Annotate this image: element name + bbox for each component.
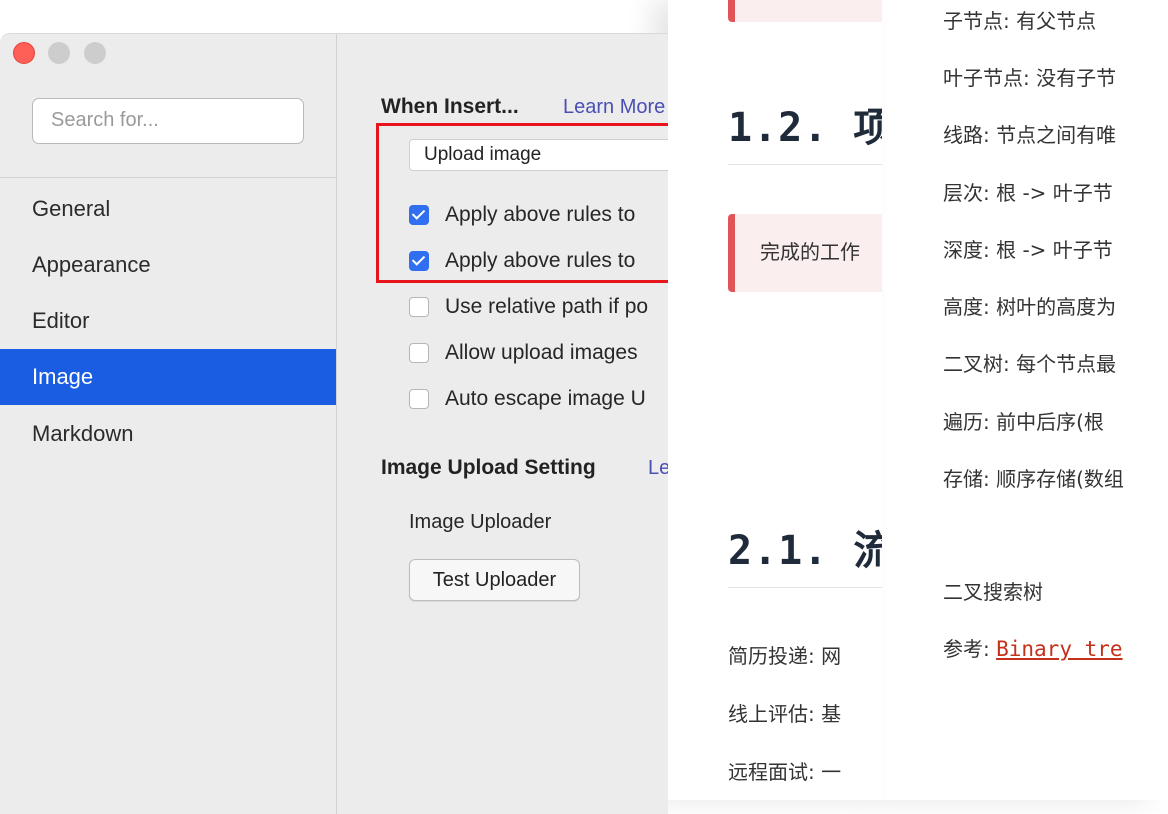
sidebar-divider bbox=[0, 177, 336, 178]
blockquote: 完成的工作 bbox=[728, 214, 882, 292]
doc-line: 高度: 树叶的高度为 bbox=[943, 295, 1117, 319]
heading-divider bbox=[728, 164, 882, 165]
checkbox-unchecked[interactable] bbox=[409, 297, 429, 317]
doc-line: 存储: 顺序存储(数组 bbox=[943, 467, 1124, 491]
close-window-button[interactable] bbox=[13, 42, 35, 64]
checkbox-unchecked[interactable] bbox=[409, 343, 429, 363]
reference-link[interactable]: Binary tre bbox=[996, 637, 1122, 661]
reference-line: 参考: Binary tre bbox=[943, 633, 1123, 662]
preferences-window: Search for... General Appearance Editor … bbox=[0, 33, 668, 814]
heading-divider bbox=[728, 587, 882, 588]
image-settings-panel: When Insert... Learn More Upload image A… bbox=[337, 34, 668, 814]
reference-label: 参考: bbox=[943, 637, 997, 661]
sidebar-item-appearance[interactable]: Appearance bbox=[0, 237, 336, 293]
doc-line: 简历投递: 网 bbox=[728, 644, 842, 668]
image-uploader-label: Image Uploader bbox=[409, 511, 552, 533]
when-insert-title: When Insert... bbox=[381, 95, 519, 118]
minimize-window-button[interactable] bbox=[48, 42, 70, 64]
checkbox-label: Allow upload images bbox=[445, 341, 638, 364]
checkbox-label: Use relative path if po bbox=[445, 295, 649, 318]
doc-line: 线上评估: 基 bbox=[728, 702, 842, 726]
learn-more-link[interactable]: Learn More bbox=[563, 96, 665, 119]
blockquote-fragment bbox=[728, 0, 882, 22]
doc-line: 远程面试: 一 bbox=[728, 760, 842, 784]
document-window-middle: 1.2. 项 完成的工作 2.1. 流 简历投递: 网 线上评估: 基 远程面试… bbox=[668, 0, 882, 800]
sidebar-item-editor[interactable]: Editor bbox=[0, 293, 336, 349]
section-heading: 2.1. 流 bbox=[728, 528, 882, 574]
doc-line: 线路: 节点之间有唯 bbox=[943, 123, 1117, 147]
test-uploader-button[interactable]: Test Uploader bbox=[409, 559, 580, 601]
doc-line: 叶子节点: 没有子节 bbox=[943, 66, 1117, 90]
sidebar-item-markdown[interactable]: Markdown bbox=[0, 406, 336, 462]
learn-more-link[interactable]: Le bbox=[648, 457, 668, 480]
search-input[interactable]: Search for... bbox=[32, 98, 304, 144]
checkbox-label: Auto escape image U bbox=[445, 387, 646, 410]
doc-line: 层次: 根 -> 叶子节 bbox=[943, 181, 1113, 205]
doc-line: 子节点: 有父节点 bbox=[943, 9, 1097, 33]
sidebar-item-image[interactable]: Image bbox=[0, 349, 336, 405]
checkbox-unchecked[interactable] bbox=[409, 389, 429, 409]
image-upload-setting-title: Image Upload Setting bbox=[381, 456, 596, 479]
doc-line: 深度: 根 -> 叶子节 bbox=[943, 238, 1113, 262]
doc-line: 二叉树: 每个节点最 bbox=[943, 352, 1117, 376]
doc-line: 遍历: 前中后序(根 bbox=[943, 410, 1104, 434]
preferences-sidebar: Search for... General Appearance Editor … bbox=[0, 34, 337, 814]
zoom-window-button[interactable] bbox=[84, 42, 106, 64]
doc-line: 二叉搜索树 bbox=[943, 580, 1043, 604]
section-heading: 1.2. 项 bbox=[728, 105, 882, 151]
sidebar-item-general[interactable]: General bbox=[0, 181, 336, 237]
annotation-highlight-box bbox=[376, 123, 668, 283]
document-window-right: 子节点: 有父节点 叶子节点: 没有子节 线路: 节点之间有唯 层次: 根 ->… bbox=[882, 0, 1168, 800]
